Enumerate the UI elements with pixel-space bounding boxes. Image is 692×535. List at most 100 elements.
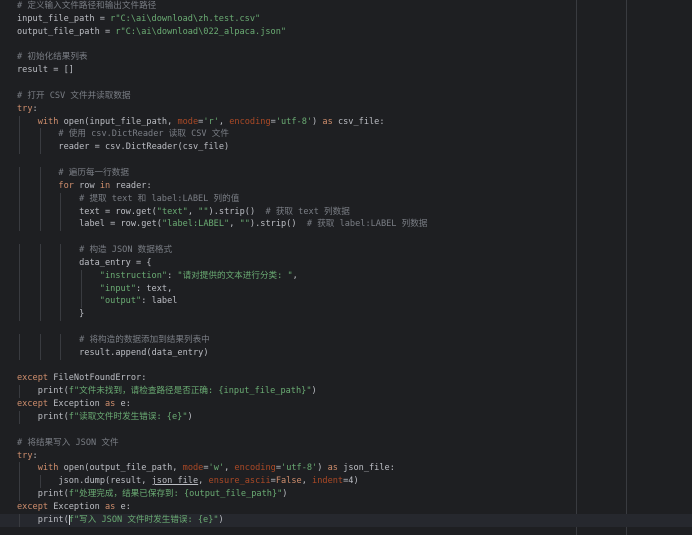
code-line-text: label = row.get("label:LABEL", "").strip… <box>79 219 428 230</box>
indent-guide <box>60 269 62 283</box>
code-line[interactable]: print(f"文件未找到，请检查路径是否正确: {input_file_pat… <box>0 385 692 399</box>
indent-guide <box>39 308 41 322</box>
indent-guide <box>81 269 83 283</box>
code-line[interactable]: # 初始化结果列表 <box>0 51 692 64</box>
code-line-text: # 打开 CSV 文件并读取数据 <box>17 90 131 101</box>
indent-guide <box>39 166 41 180</box>
code-line-text: "instruction": "请对提供的文本进行分类: ", <box>99 270 298 281</box>
code-line-text: except Exception as e: <box>17 501 131 512</box>
code-line[interactable]: text = row.get("text", "").strip() # 获取 … <box>0 205 692 219</box>
code-line[interactable]: } <box>0 308 692 322</box>
code-line[interactable] <box>0 231 692 244</box>
indent-guide <box>60 218 62 232</box>
code-line[interactable]: # 提取 text 和 label:LABEL 列的值 <box>0 192 692 206</box>
code-line-text: result = [] <box>17 65 74 76</box>
code-line-text: # 定义输入文件路径和输出文件路径 <box>17 1 157 11</box>
code-line[interactable]: # 将构造的数据添加到结果列表中 <box>0 333 692 347</box>
code-line-text: data_entry = { <box>79 257 152 268</box>
code-line-text: with open(output_file_path, mode='w', en… <box>37 463 395 474</box>
code-line-text: print(f"读取文件时发生错误: {e}") <box>37 412 193 422</box>
code-line[interactable] <box>0 154 692 167</box>
indent-guide <box>19 269 20 283</box>
indent-guide <box>19 475 20 489</box>
indent-guide <box>19 192 20 206</box>
code-line[interactable] <box>0 39 692 52</box>
code-line-text: print(f"写入 JSON 文件时发生错误: {e}") <box>37 514 224 525</box>
code-line-text: "output": label <box>99 296 178 307</box>
code-line-text: # 提取 text 和 label:LABEL 列的值 <box>79 193 240 204</box>
indent-guide <box>39 346 41 360</box>
indent-guide <box>19 115 20 129</box>
indent-guide <box>39 295 41 309</box>
indent-guide <box>60 192 62 206</box>
code-line[interactable]: except Exception as e: <box>0 398 692 411</box>
indent-guide <box>60 308 62 322</box>
indent-guide <box>19 411 20 424</box>
code-line[interactable]: output_file_path = r"C:\ai\download\022_… <box>0 26 692 39</box>
indent-guide <box>19 179 20 193</box>
code-line-text: input_file_path = r"C:\ai\download\zh.te… <box>17 13 261 24</box>
indent-guide <box>39 475 41 489</box>
code-line[interactable]: input_file_path = r"C:\ai\download\zh.te… <box>0 13 692 26</box>
code-line[interactable]: "input": text, <box>0 282 692 296</box>
indent-guide <box>39 244 41 257</box>
code-line[interactable] <box>0 360 692 373</box>
indent-guide <box>19 218 20 232</box>
code-area[interactable]: # 定义输入文件路径和输出文件路径 input_file_path = r"C:\… <box>0 0 692 527</box>
code-line[interactable]: except Exception as e: <box>0 501 692 514</box>
code-line[interactable]: "output": label <box>0 295 692 309</box>
code-line[interactable]: print(f"读取文件时发生错误: {e}") <box>0 411 692 424</box>
code-line[interactable]: result.append(data_entry) <box>0 346 692 360</box>
indent-guide <box>19 333 20 347</box>
code-line[interactable]: "instruction": "请对提供的文本进行分类: ", <box>0 269 692 283</box>
code-line[interactable]: label = row.get("label:LABEL", "").strip… <box>0 218 692 232</box>
code-line[interactable]: with open(input_file_path, mode='r', enc… <box>0 115 692 129</box>
code-line-text: # 将构造的数据添加到结果列表中 <box>79 334 210 345</box>
code-line[interactable]: # 打开 CSV 文件并读取数据 <box>0 90 692 103</box>
indent-guide <box>19 128 20 142</box>
code-line[interactable]: # 使用 csv.DictReader 读取 CSV 文件 <box>0 128 692 142</box>
code-line[interactable]: reader = csv.DictReader(csv_file) <box>0 141 692 155</box>
indent-guide <box>19 295 20 309</box>
code-line-text: result.append(data_entry) <box>79 347 209 358</box>
code-line[interactable]: # 将结果写入 JSON 文件 <box>0 437 692 450</box>
code-line[interactable]: # 构造 JSON 数据格式 <box>0 244 692 257</box>
code-line[interactable]: try: <box>0 103 692 116</box>
indent-guide <box>19 488 20 501</box>
indent-guide <box>39 141 41 155</box>
code-line[interactable]: # 遍历每一行数据 <box>0 166 692 180</box>
code-line-text: text = row.get("text", "").strip() # 获取 … <box>79 206 350 217</box>
code-line-text: with open(input_file_path, mode='r', enc… <box>37 116 385 127</box>
code-line[interactable]: for row in reader: <box>0 179 692 193</box>
code-line[interactable]: try: <box>0 450 692 463</box>
indent-guide <box>39 128 41 142</box>
code-line-text: for row in reader: <box>58 180 152 191</box>
text-caret <box>68 515 70 526</box>
indent-guide <box>19 166 20 180</box>
indent-guide <box>39 333 41 347</box>
code-line-text: try: <box>17 103 38 114</box>
code-line-text: # 使用 csv.DictReader 读取 CSV 文件 <box>58 129 229 140</box>
code-line-text: # 初始化结果列表 <box>17 52 88 63</box>
indent-guide <box>39 218 41 232</box>
code-editor[interactable]: # 定义输入文件路径和输出文件路径 input_file_path = r"C:\… <box>0 0 692 535</box>
code-line[interactable]: # 定义输入文件路径和输出文件路径 <box>0 0 692 13</box>
indent-guide <box>81 295 83 309</box>
code-line[interactable]: result = [] <box>0 64 692 77</box>
code-line[interactable] <box>0 424 692 437</box>
code-line[interactable]: print(f"写入 JSON 文件时发生错误: {e}") <box>0 513 692 527</box>
indent-guide <box>19 346 20 360</box>
indent-guide <box>19 513 20 527</box>
code-line[interactable] <box>0 77 692 90</box>
code-line[interactable]: print(f"处理完成，结果已保存到: {output_file_path}"… <box>0 488 692 501</box>
indent-guide <box>19 256 20 270</box>
indent-guide <box>60 282 62 296</box>
indent-guide <box>19 385 20 399</box>
code-line[interactable]: except FileNotFoundError: <box>0 372 692 385</box>
code-line[interactable]: data_entry = { <box>0 256 692 270</box>
code-line[interactable]: with open(output_file_path, mode='w', en… <box>0 462 692 476</box>
indent-guide <box>39 179 41 193</box>
code-line[interactable]: json.dump(result, json_file, ensure_asci… <box>0 475 692 489</box>
code-line[interactable] <box>0 321 692 334</box>
code-line-text: reader = csv.DictReader(csv_file) <box>58 142 230 153</box>
